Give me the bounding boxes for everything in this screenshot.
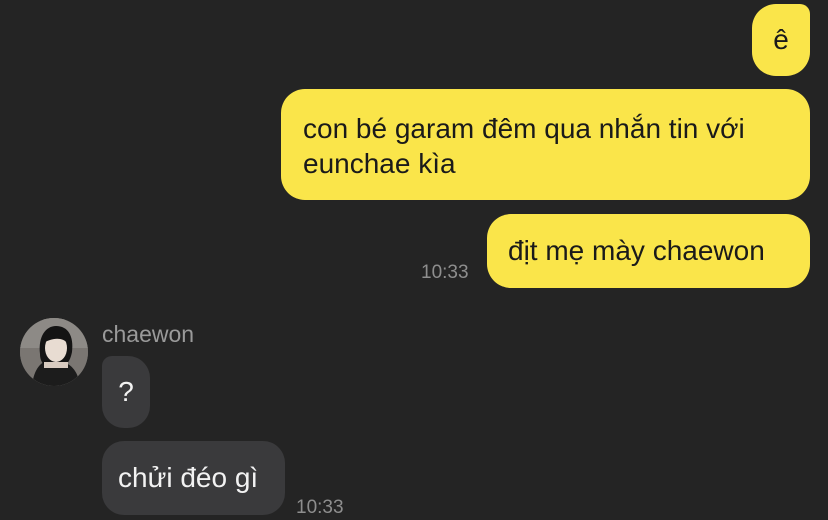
outgoing-message-bubble[interactable]: con bé garam đêm qua nhắn tin với euncha… — [281, 89, 810, 200]
message-text: ê — [773, 24, 789, 55]
message-text: con bé garam đêm qua nhắn tin với euncha… — [303, 113, 745, 179]
outgoing-message-bubble[interactable]: địt mẹ mày chaewon — [487, 214, 810, 288]
sender-name: chaewon — [102, 321, 195, 347]
incoming-timestamp: 10:33 — [296, 497, 344, 518]
incoming-message-bubble[interactable]: chửi đéo gì — [102, 441, 285, 515]
message-text: địt mẹ mày chaewon — [508, 235, 765, 266]
profile-photo-icon — [20, 318, 88, 386]
message-text: ? — [118, 376, 134, 407]
incoming-message-bubble[interactable]: ? — [102, 356, 150, 428]
avatar[interactable] — [20, 318, 88, 386]
outgoing-timestamp: 10:33 — [421, 262, 469, 283]
chat-thread: ê con bé garam đêm qua nhắn tin với eunc… — [0, 0, 828, 520]
outgoing-message-bubble[interactable]: ê — [752, 4, 810, 76]
message-text: chửi đéo gì — [118, 462, 259, 493]
